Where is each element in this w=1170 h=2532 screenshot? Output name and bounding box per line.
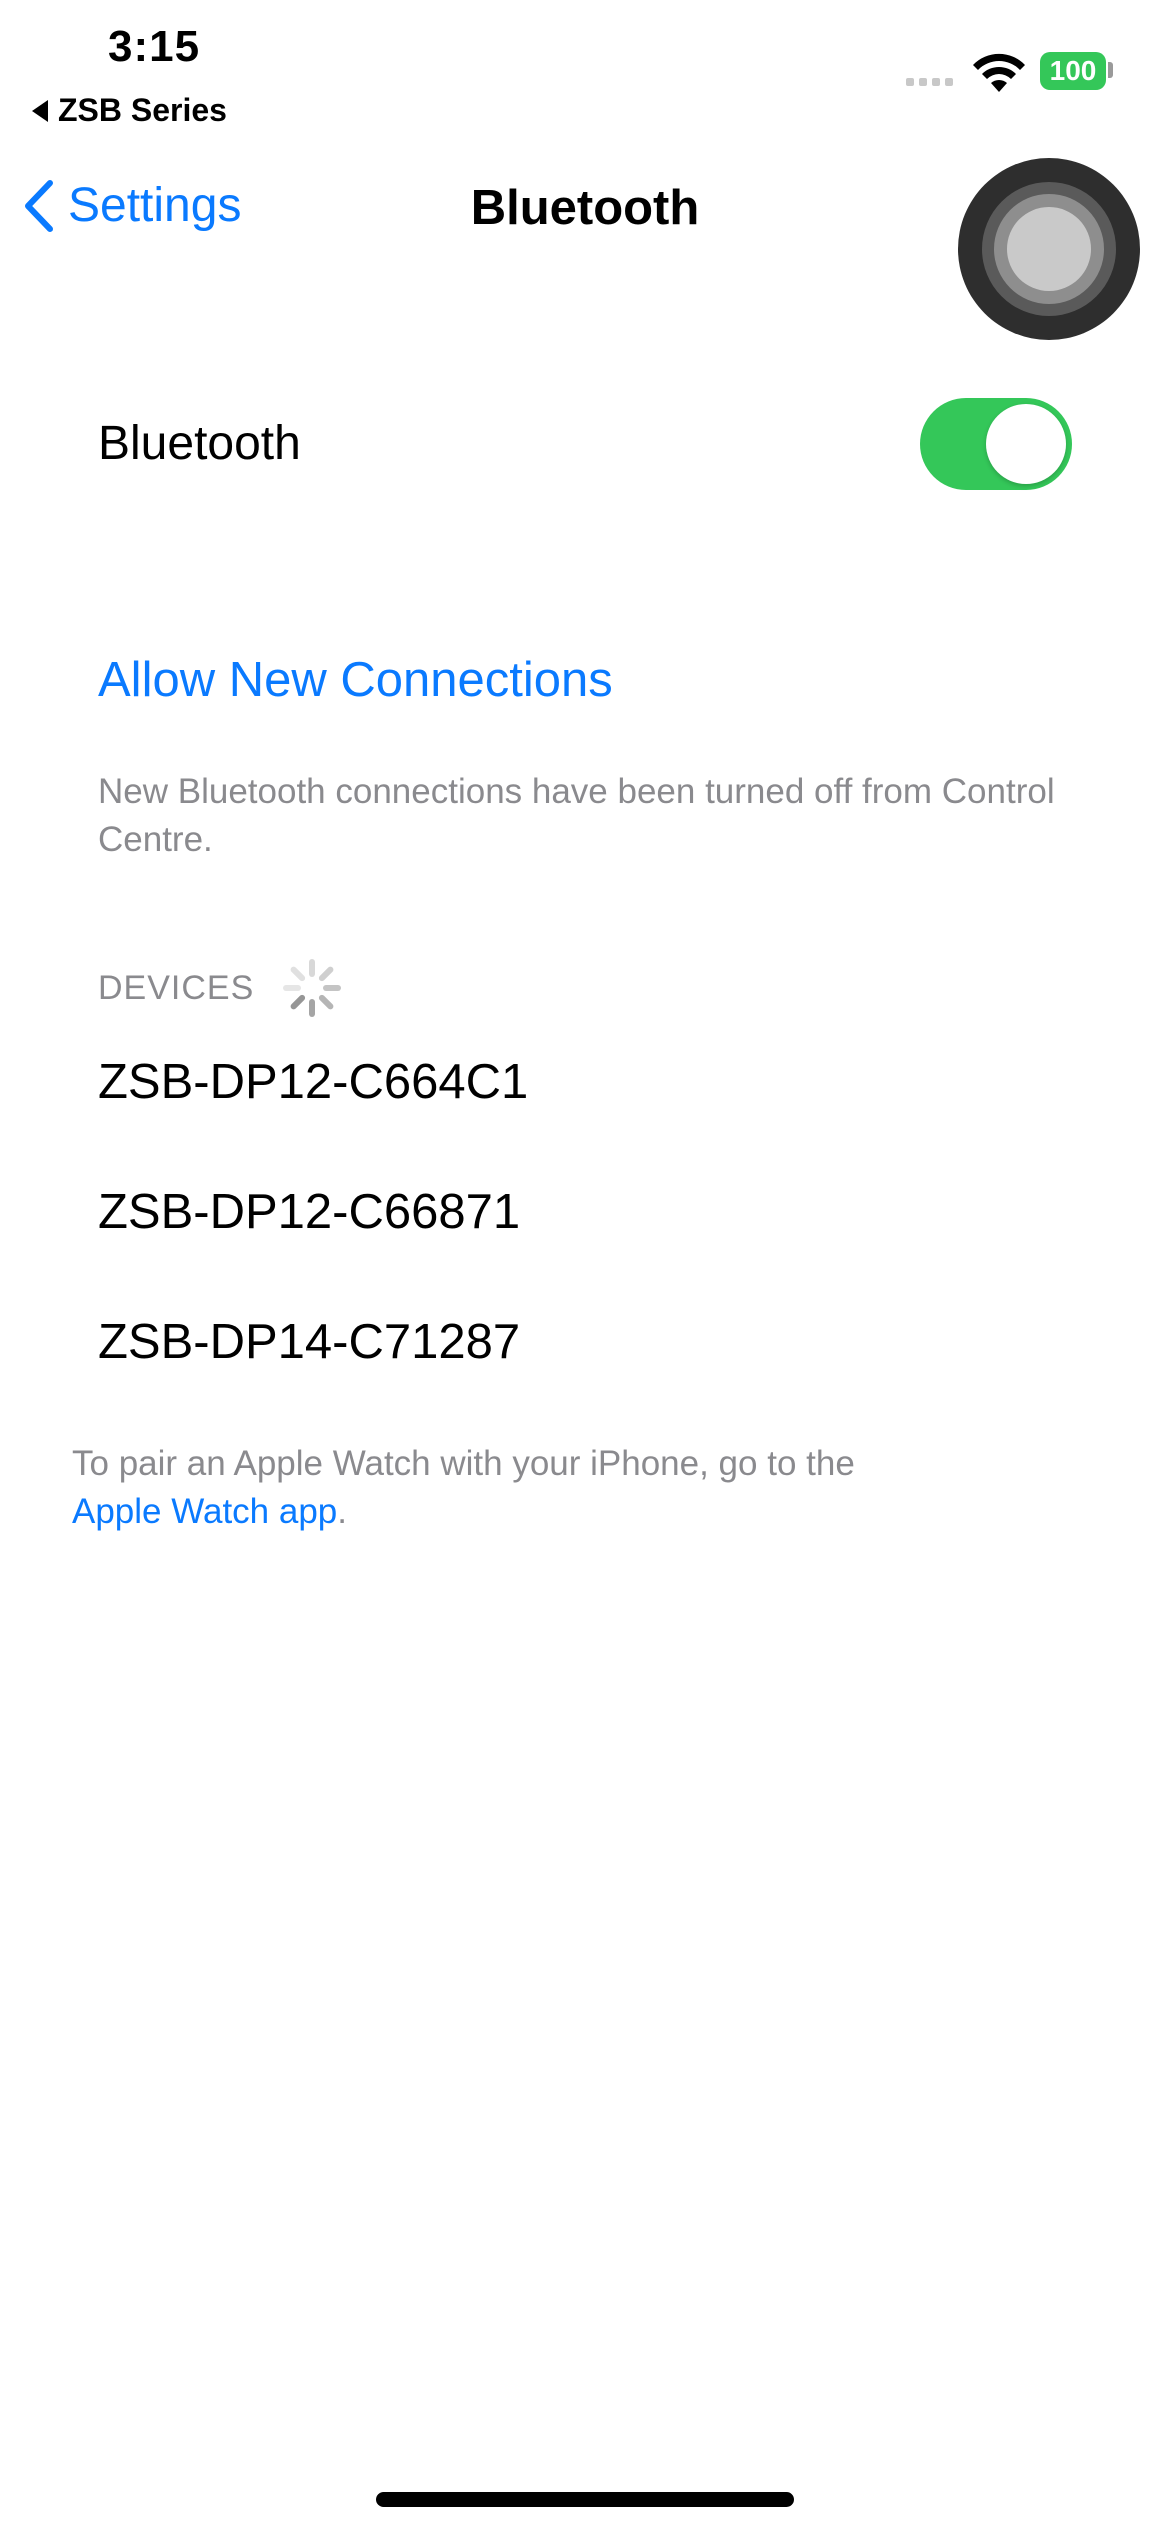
wifi-icon: [973, 53, 1025, 92]
apple-watch-note-text: To pair an Apple Watch with your iPhone,…: [72, 1444, 855, 1483]
device-name: ZSB-DP12-C664C1: [98, 1055, 529, 1109]
apple-watch-note: To pair an Apple Watch with your iPhone,…: [72, 1440, 1072, 1536]
toggle-knob: [986, 404, 1066, 484]
assistive-touch-button[interactable]: [958, 158, 1140, 340]
device-name: ZSB-DP14-C71287: [98, 1315, 521, 1369]
allow-connections-footnote: New Bluetooth connections have been turn…: [98, 772, 1055, 859]
device-name: ZSB-DP12-C66871: [98, 1185, 521, 1239]
back-to-app-button[interactable]: ZSB Series: [32, 92, 227, 129]
cellular-signal-icon: [906, 78, 953, 86]
device-row[interactable]: ZSB-DP12-C66871: [98, 1184, 520, 1240]
bluetooth-toggle[interactable]: [920, 398, 1072, 490]
loading-spinner-icon: [283, 959, 342, 1017]
back-triangle-icon: [32, 99, 48, 122]
device-row[interactable]: ZSB-DP14-C71287: [98, 1314, 520, 1370]
devices-header-label: DEVICES: [98, 968, 255, 1007]
back-app-label: ZSB Series: [58, 92, 227, 128]
battery-tip: [1108, 62, 1113, 78]
battery-icon: 100: [1040, 52, 1106, 90]
home-indicator[interactable]: [376, 2492, 794, 2507]
devices-section-header: DEVICES: [98, 956, 344, 1020]
status-time: 3:15: [108, 22, 201, 71]
allow-new-connections-button[interactable]: Allow New Connections: [98, 652, 613, 708]
apple-watch-note-suffix: .: [337, 1492, 347, 1531]
device-row[interactable]: ZSB-DP12-C664C1: [98, 1054, 528, 1110]
apple-watch-app-link[interactable]: Apple Watch app: [72, 1492, 337, 1531]
battery-level: 100: [1049, 55, 1097, 86]
bluetooth-label: Bluetooth: [98, 417, 301, 470]
